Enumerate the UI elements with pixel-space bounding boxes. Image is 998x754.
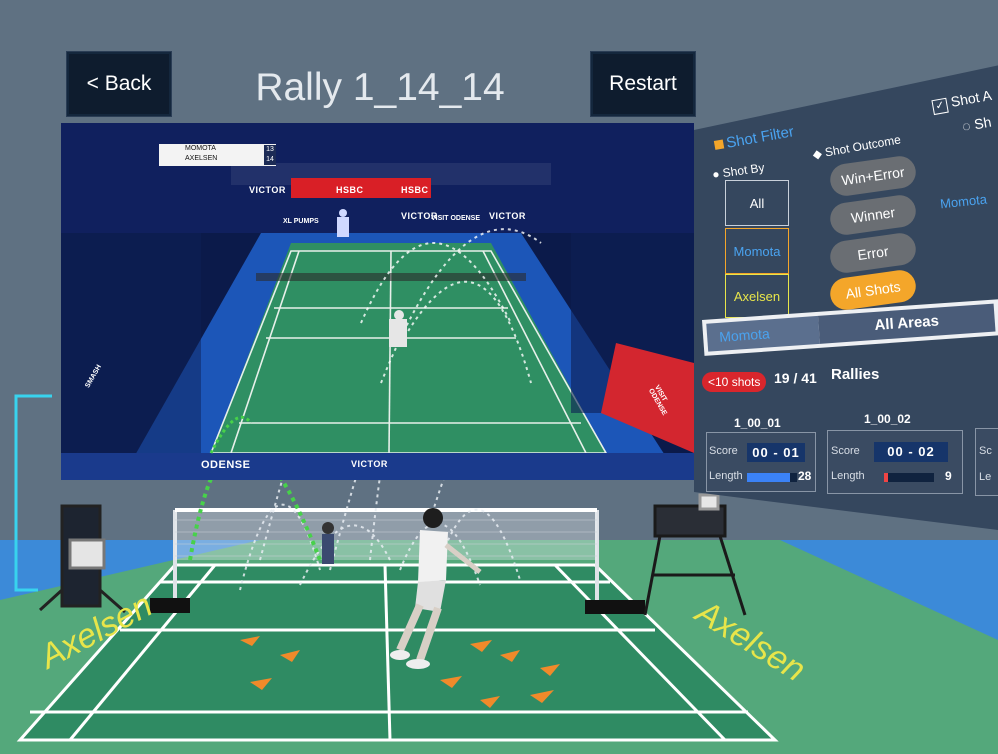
rally-1-length-bar <box>747 473 797 482</box>
scoreboard-row-momota: MOMOTA 13 <box>185 145 276 155</box>
shot-option-2-label: Sh <box>972 113 993 133</box>
rally-2-length-bar <box>884 473 934 482</box>
few-shots-badge: <10 shots <box>702 372 767 392</box>
shot-filter-panel: Shot Filter ◆ Shot Outcome ● Shot By ✓ S… <box>694 62 998 532</box>
shot-by-axelsen-button[interactable]: Axelsen <box>725 274 789 318</box>
area-select[interactable]: All Areas <box>817 303 996 344</box>
board-victor-1: VICTOR <box>249 185 286 195</box>
checkbox-icon[interactable]: ✓ <box>931 97 949 116</box>
scoreboard-player-1: MOMOTA <box>185 145 216 152</box>
shot-outcome-label: Shot Outcome <box>823 132 902 160</box>
shot-option-1-label: Shot A <box>949 86 993 110</box>
board-xl-pumps: XL PUMPS <box>283 218 319 225</box>
video-scoreboard: MOMOTA 13 AXELSEN 14 <box>159 144 276 166</box>
rally-count: 19 / 41 <box>774 370 817 386</box>
scoreboard-player-2: AXELSEN <box>185 155 218 162</box>
board-victor-3: VICTOR <box>489 211 526 221</box>
video-frame <box>61 123 694 480</box>
board-odense: ODENSE <box>201 459 251 471</box>
outcome-error-button[interactable]: Error <box>828 231 918 275</box>
board-hsbc-1: HSBC <box>336 185 364 195</box>
rally-1-id: 1_00_01 <box>734 416 781 430</box>
rally-3-length-label: Le <box>979 471 992 483</box>
rally-2-id: 1_00_02 <box>864 412 911 426</box>
page-title: Rally 1_14_14 <box>255 66 505 109</box>
side-player-label: Momota <box>939 191 988 212</box>
rallies-label: Rallies <box>831 366 880 383</box>
shot-option-2[interactable]: ◌ Sh <box>961 114 993 135</box>
scoreboard-score-1: 13 <box>264 145 276 155</box>
rally-2-score: 00 - 02 <box>874 442 948 462</box>
match-video[interactable]: MOMOTA 13 AXELSEN 14 VICTOR HSBC HSBC VI… <box>61 123 694 480</box>
shot-by-all-label: All <box>749 195 765 211</box>
rally-2-length: 9 <box>945 469 952 483</box>
shot-option-1[interactable]: ✓ Shot A <box>931 86 993 116</box>
back-label: < Back <box>86 72 152 95</box>
outcome-winner-label: Winner <box>849 203 897 227</box>
restart-button[interactable]: Restart <box>590 51 696 117</box>
outcome-win-error-button[interactable]: Win+Error <box>828 154 918 198</box>
scoreboard-score-2: 14 <box>264 155 276 165</box>
rally-1-length: 28 <box>798 469 812 483</box>
rally-1-length-label: Length <box>709 470 743 482</box>
rally-2-length-fill <box>884 473 888 482</box>
shot-by-label: Shot By <box>721 160 766 181</box>
scoreboard-row-axelsen: AXELSEN 14 <box>185 155 276 165</box>
board-hsbc-2: HSBC <box>401 185 429 195</box>
rally-2-score-label: Score <box>831 445 860 457</box>
outcome-win-error-label: Win+Error <box>840 163 906 189</box>
board-victor-4: VICTOR <box>351 459 388 469</box>
outcome-winner-button[interactable]: Winner <box>828 193 918 237</box>
rally-2-length-label: Length <box>831 470 865 482</box>
rally-1-score: 00 - 01 <box>747 443 805 462</box>
rally-3-score-label: Sc <box>979 445 992 457</box>
panel-title: Shot Filter <box>713 123 795 154</box>
shot-by-axelsen-label: Axelsen <box>733 288 781 304</box>
shot-by-heading: ● Shot By <box>711 160 765 181</box>
filter-icon <box>713 139 725 150</box>
outcome-all-shots-label: All Shots <box>844 278 902 302</box>
rally-card-2[interactable]: Score 00 - 02 Length 9 <box>827 430 963 494</box>
radio-icon[interactable]: ◌ <box>961 117 972 134</box>
restart-label: Restart <box>609 72 677 95</box>
outcome-error-label: Error <box>856 242 890 264</box>
shot-by-all-button[interactable]: All <box>725 180 789 226</box>
rally-1-score-label: Score <box>709 445 738 457</box>
rally-1-length-fill <box>747 473 790 482</box>
panel-title-text: Shot Filter <box>724 123 796 152</box>
shot-by-momota-button[interactable]: Momota <box>725 228 789 274</box>
board-visit-odense: VISIT ODENSE <box>431 215 481 222</box>
shot-by-momota-label: Momota <box>733 243 781 259</box>
back-button[interactable]: < Back <box>66 51 172 117</box>
area-player-tab[interactable]: Momota <box>706 315 820 352</box>
rally-card-3[interactable]: Sc Le <box>975 428 998 496</box>
rally-card-1[interactable]: Score 00 - 01 Length 28 <box>706 432 816 492</box>
